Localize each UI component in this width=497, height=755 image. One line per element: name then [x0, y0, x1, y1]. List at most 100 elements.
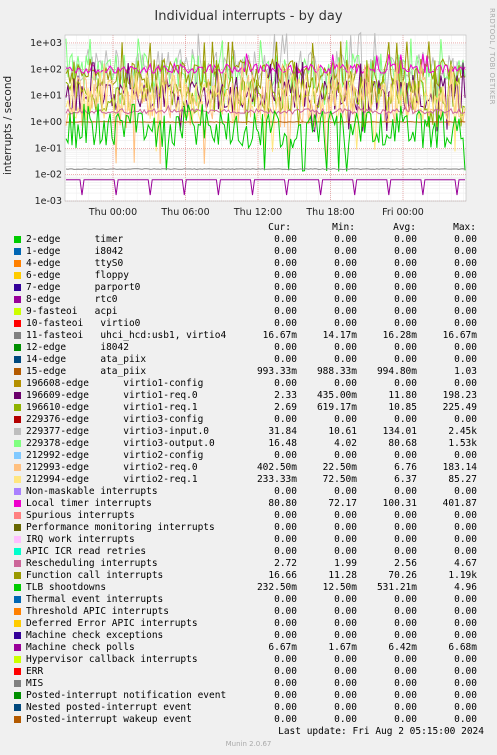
legend-cur: 0.00	[274, 342, 297, 353]
legend-swatch	[14, 476, 21, 483]
legend-min: 22.50m	[322, 462, 357, 473]
legend-label: Machine check exceptions	[26, 630, 164, 641]
legend-min: 0.00	[334, 510, 357, 521]
legend-label: Function call interrupts	[26, 570, 164, 581]
legend-swatch	[14, 452, 21, 459]
legend-min: 0.00	[334, 258, 357, 269]
y-tick-label: 1e-03	[35, 196, 62, 207]
legend-swatch	[14, 620, 21, 627]
legend-swatch	[14, 596, 21, 603]
legend-row: 229377-edge virtio3-input.0 31.84 10.61 134…	[0, 426, 497, 438]
legend-swatch	[14, 536, 21, 543]
legend-label: Thermal event interrupts	[26, 594, 164, 605]
legend-row: 7-edge parport0 0.00 0.00 0.00 0.00	[0, 282, 497, 294]
legend-label: MIS	[26, 678, 44, 689]
legend-cur: 0.00	[274, 594, 297, 605]
legend-swatch	[14, 356, 21, 363]
legend-cur: 16.66	[268, 570, 297, 581]
legend-label: 2-edge timer	[26, 234, 124, 245]
x-tick-label: Thu 00:00	[88, 207, 137, 218]
legend-label: 15-edge ata_piix	[26, 366, 147, 377]
legend-label: 11-fasteoi uhci_hcd:usb1, virtio4	[26, 330, 227, 341]
legend-swatch	[14, 416, 21, 423]
legend-cur: 2.69	[274, 402, 297, 413]
legend-min: 0.00	[334, 282, 357, 293]
legend-max: 401.87	[442, 498, 477, 509]
legend-row: Threshold APIC interrupts 0.00 0.00 0.00 0.0…	[0, 606, 497, 618]
legend-row: Posted-interrupt notification event 0.00 0…	[0, 690, 497, 702]
legend-swatch	[14, 260, 21, 267]
legend-min: 0.00	[334, 654, 357, 665]
legend-min: 11.28	[328, 570, 357, 581]
legend-max: 0.00	[454, 258, 477, 269]
legend-swatch	[14, 464, 21, 471]
legend-avg: 100.31	[382, 498, 417, 509]
legend-avg: 994.80m	[376, 366, 417, 377]
legend-swatch	[14, 308, 21, 315]
legend-max: 0.00	[454, 246, 477, 257]
legend-max: 1.53k	[448, 438, 477, 449]
legend-cur: 2.33	[274, 390, 297, 401]
legend-max: 1.19k	[448, 570, 477, 581]
legend-min: 0.00	[334, 666, 357, 677]
legend-label: 196608-edge virtio1-config	[26, 378, 204, 389]
legend-min: 0.00	[334, 630, 357, 641]
legend-cur: 0.00	[274, 678, 297, 689]
legend-avg: 6.37	[394, 474, 417, 485]
legend-swatch	[14, 704, 21, 711]
legend-max: 4.67	[454, 558, 477, 569]
legend-avg: 0.00	[394, 522, 417, 533]
x-tick-label: Thu 12:00	[233, 207, 282, 218]
legend-min: 0.00	[334, 414, 357, 425]
legend-max: 0.00	[454, 270, 477, 281]
legend-cur: 232.50m	[256, 582, 297, 593]
legend-label: Threshold APIC interrupts	[26, 606, 169, 617]
legend-avg: 0.00	[394, 702, 417, 713]
legend-label: Deferred Error APIC interrupts	[26, 618, 198, 629]
legend-swatch	[14, 488, 21, 495]
legend-swatch	[14, 716, 21, 723]
header-avg: Avg:	[393, 222, 416, 233]
legend-swatch	[14, 404, 21, 411]
legend-min: 0.00	[334, 594, 357, 605]
legend-label: TLB shootdowns	[26, 582, 107, 593]
legend-min: 619.17m	[316, 402, 357, 413]
legend-swatch	[14, 656, 21, 663]
legend-swatch	[14, 380, 21, 387]
last-update: Last update: Fri Aug 2 05:15:00 2024	[278, 726, 484, 737]
legend-swatch	[14, 560, 21, 567]
legend-swatch	[14, 344, 21, 351]
header-cur: Cur:	[268, 222, 291, 233]
legend-avg: 6.42m	[388, 642, 417, 653]
legend-label: 6-edge floppy	[26, 270, 129, 281]
legend-avg: 134.01	[382, 426, 417, 437]
legend-max: 0.00	[454, 618, 477, 629]
legend-row: Deferred Error APIC interrupts 0.00 0.00 0.…	[0, 618, 497, 630]
legend-avg: 0.00	[394, 594, 417, 605]
legend-min: 1.99	[334, 558, 357, 569]
legend-min: 0.00	[334, 378, 357, 389]
legend-row: MIS 0.00 0.00 0.00 0.00	[0, 678, 497, 690]
legend-cur: 0.00	[274, 306, 297, 317]
legend-max: 0.00	[454, 342, 477, 353]
legend-row: 229378-edge virtio3-output.0 16.48 4.02 80.…	[0, 438, 497, 450]
legend-min: 4.02	[334, 438, 357, 449]
legend-avg: 0.00	[394, 714, 417, 725]
legend-swatch	[14, 500, 21, 507]
y-tick-label: 1e+03	[30, 38, 62, 49]
legend-swatch	[14, 284, 21, 291]
legend-cur: 16.48	[268, 438, 297, 449]
legend-avg: 6.76	[394, 462, 417, 473]
y-tick-label: 1e+01	[30, 91, 62, 102]
legend-cur: 0.00	[274, 282, 297, 293]
legend-label: 196610-edge virtio1-req.1	[26, 402, 198, 413]
series-line	[65, 168, 466, 170]
legend-min: 14.17m	[322, 330, 357, 341]
legend-row: APIC ICR read retries 0.00 0.00 0.00 0.00	[0, 546, 497, 558]
legend-label: 12-edge i8042	[26, 342, 129, 353]
legend-cur: 0.00	[274, 294, 297, 305]
legend-max: 0.00	[454, 702, 477, 713]
legend-swatch	[14, 548, 21, 555]
legend-row: 4-edge ttyS0 0.00 0.00 0.00 0.00	[0, 258, 497, 270]
legend-avg: 0.00	[394, 342, 417, 353]
